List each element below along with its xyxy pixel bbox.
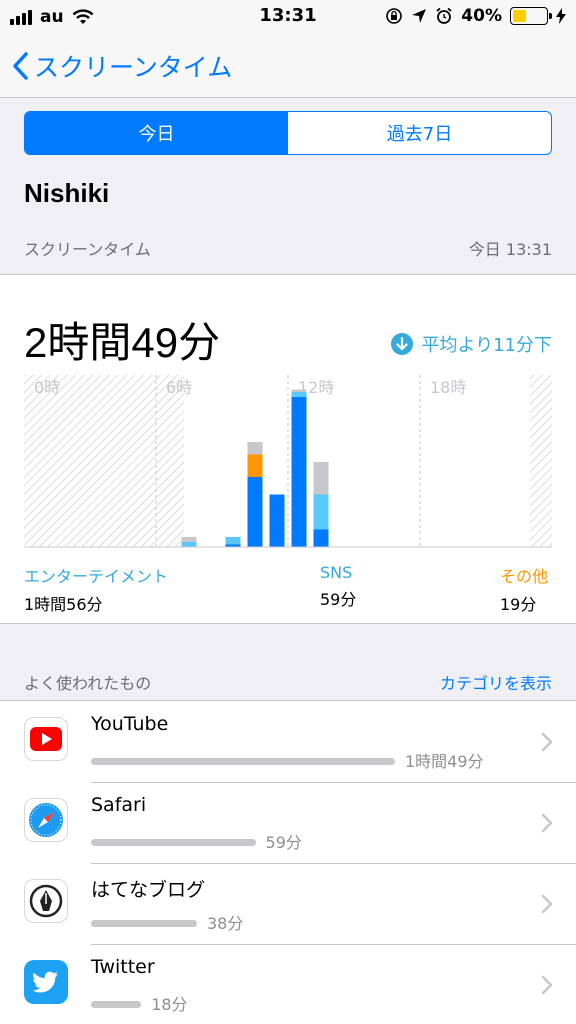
chart-bar-segment: [181, 537, 197, 542]
legend-value: 19分: [500, 595, 537, 614]
chart-bar-segment: [291, 397, 307, 547]
usage-bar: [91, 1001, 142, 1008]
chart-bar-segment: [247, 477, 263, 547]
app-name: Twitter: [91, 956, 155, 978]
navigation-bar: スクリーンタイム: [0, 40, 576, 98]
chart-bar-segment: [269, 494, 285, 547]
status-bar: au 13:31 40%: [0, 0, 576, 40]
back-button-label: スクリーンタイム: [34, 53, 233, 82]
app-usage-time: 38分: [206, 914, 244, 933]
legend-label: その他: [500, 567, 549, 586]
back-button[interactable]: スクリーンタイム: [12, 48, 232, 84]
segment-past-7-days[interactable]: 過去7日: [288, 112, 551, 154]
total-usage-time: 2時間49分: [24, 319, 221, 366]
usage-bar: [91, 839, 256, 846]
chevron-right-icon: [541, 975, 553, 995]
status-right: 40%: [385, 5, 566, 27]
average-comparison: 平均より11分下: [391, 331, 552, 357]
app-usage-time: 1時間49分: [405, 752, 484, 771]
charging-icon: [556, 8, 566, 24]
legend-sns: SNS 59分: [320, 563, 356, 610]
chart-bar-segment: [181, 542, 197, 547]
chart-hatched-area-left: [24, 375, 184, 547]
usage-summary-card: 2時間49分 平均より11分下 0時 6時 12時 18時 エンターテイメント 1時間…: [0, 274, 576, 624]
legend-label: SNS: [320, 563, 353, 582]
safari-icon: [24, 798, 68, 842]
segment-today[interactable]: 今日: [25, 112, 288, 154]
battery-percent: 40%: [461, 6, 502, 26]
legend-label: エンターテイメント: [24, 567, 169, 586]
chevron-left-icon: [13, 52, 28, 80]
chart-x-tick-label: 6時: [166, 378, 192, 397]
app-row-hatena-blog[interactable]: はてなブログ 38分: [0, 863, 576, 944]
app-row-youtube[interactable]: YouTube 1時間49分: [0, 701, 576, 782]
chart-bar-segment: [313, 494, 329, 530]
show-categories-link[interactable]: カテゴリを表示: [440, 670, 552, 694]
period-segmented-control: 今日 過去7日: [24, 111, 552, 155]
average-comparison-text: 平均より11分下: [421, 335, 552, 356]
app-usage-time: 59分: [265, 833, 302, 852]
orientation-lock-icon: [386, 8, 403, 24]
app-row-safari[interactable]: Safari 59分: [0, 782, 576, 863]
chart-x-tick-label: 0時: [34, 378, 60, 397]
chevron-right-icon: [541, 813, 553, 833]
most-used-label: よく使われたもの: [24, 674, 152, 693]
usage-bar: [91, 920, 197, 927]
chevron-right-icon: [541, 732, 553, 752]
app-usage-time: 18分: [151, 995, 188, 1014]
battery-level: [513, 10, 526, 22]
chart-bar-segment: [247, 454, 263, 477]
hatena-blog-icon: [24, 879, 68, 923]
legend-value: 1時間56分: [24, 595, 103, 614]
chart-bar-segment: [291, 389, 307, 392]
most-used-list: YouTube 1時間49分 Safari 59分 はてなブログ 38分 Twi…: [0, 700, 576, 1024]
screen-time-timestamp: 今日 13:31: [468, 240, 552, 259]
device-name: Nishiki: [24, 178, 110, 208]
screen-time-section-label: スクリーンタイム: [24, 240, 151, 259]
arrow-down-circle-icon: [391, 333, 414, 355]
chart-bar-segment: [313, 529, 329, 547]
chart-hatched-area-right: [530, 375, 552, 547]
alarm-icon: [436, 7, 452, 24]
app-name: YouTube: [91, 713, 169, 735]
app-row-twitter[interactable]: Twitter 18分: [0, 944, 576, 1024]
chart-bar-segment: [313, 462, 329, 495]
usage-bar: [91, 758, 395, 765]
chart-bar-segment: [291, 392, 307, 397]
app-name: はてなブログ: [91, 879, 206, 901]
location-icon: [412, 9, 427, 23]
battery-icon: [510, 7, 552, 25]
legend-value: 59分: [320, 590, 357, 609]
hourly-usage-chart: 0時 6時 12時 18時: [24, 375, 552, 553]
chart-bar-segment: [247, 442, 263, 455]
chevron-right-icon: [541, 894, 553, 914]
legend-entertainment: エンターテイメント 1時間56分: [24, 563, 168, 615]
legend-other: その他 19分: [500, 563, 548, 615]
app-name: Safari: [91, 794, 147, 816]
chart-x-tick-label: 18時: [430, 378, 466, 397]
twitter-icon: [24, 960, 68, 1004]
chart-bar-segment: [225, 537, 241, 545]
youtube-icon: [24, 717, 68, 761]
